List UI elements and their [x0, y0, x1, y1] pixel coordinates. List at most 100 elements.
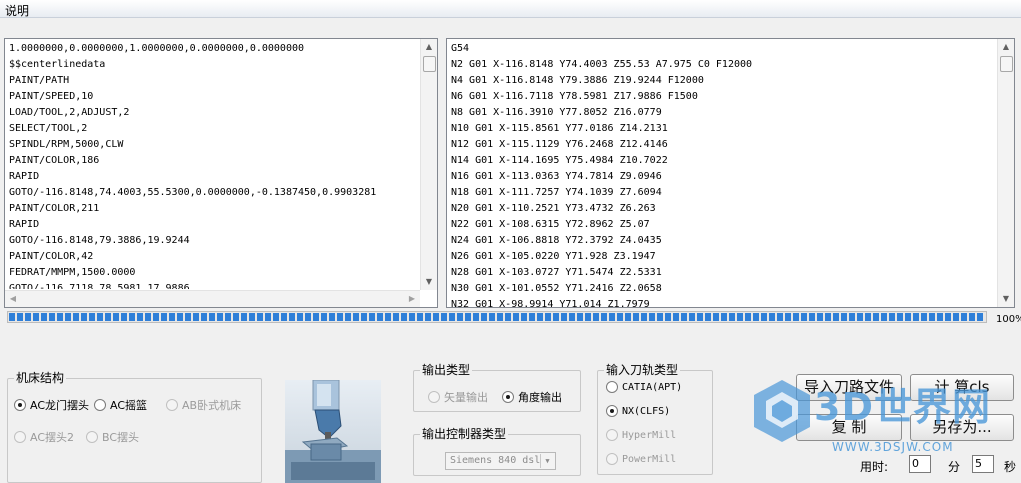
radio-bc-head[interactable]: BC摆头 — [86, 429, 139, 445]
scroll-thumb[interactable] — [1000, 56, 1013, 72]
controller-select[interactable]: Siemens 840 dsl ▼ — [445, 452, 556, 470]
text-line: N24 G01 X-106.8818 Y72.3792 Z4.0435 — [451, 235, 662, 246]
left-vertical-scrollbar[interactable]: ▲ ▼ — [420, 39, 437, 290]
radio-ac-gantry-head[interactable]: AC龙门摆头 — [14, 397, 89, 413]
text-line: N12 G01 X-115.1129 Y76.2468 Z12.4146 — [451, 139, 668, 150]
chevron-down-icon[interactable]: ▼ — [540, 454, 554, 468]
progress-fill — [9, 313, 985, 321]
left-horizontal-scrollbar[interactable]: ◀ ▶ — [5, 290, 420, 307]
radio-label: AC龙门摆头 — [30, 399, 90, 412]
window-titlebar: 说明 — [0, 0, 1021, 18]
radio-angle-output[interactable]: 角度输出 — [502, 389, 562, 405]
scroll-up-arrow-icon[interactable]: ▲ — [998, 39, 1014, 55]
button-label: 计 算cls — [934, 378, 990, 396]
copy-button[interactable]: 复 制 — [796, 414, 902, 441]
button-label: 另存为... — [932, 418, 992, 436]
radio-catia-apt[interactable]: CATIA(APT) — [606, 381, 682, 393]
cls-source-textarea[interactable]: 1.0000000,0.0000000,1.0000000,0.0000000,… — [4, 38, 438, 308]
radio-label: 矢量输出 — [444, 391, 488, 404]
spindle-head-icon — [285, 380, 381, 483]
text-line: FEDRAT/MMPM,1500.0000 — [9, 267, 136, 278]
nc-output-textarea[interactable]: G54 N2 G01 X-116.8148 Y74.4003 Z55.53 A7.… — [446, 38, 1015, 308]
radio-label: 角度输出 — [518, 391, 562, 404]
elapsed-seconds-field[interactable]: 5 — [972, 455, 994, 473]
text-line: SELECT/TOOL,2 — [9, 123, 88, 134]
radio-ac-cradle[interactable]: AC摇篮 — [94, 397, 147, 413]
radio-nx-clfs[interactable]: NX(CLFS) — [606, 405, 670, 417]
text-line: 1.0000000,0.0000000,1.0000000,0.0000000,… — [9, 43, 305, 54]
import-toolpath-button[interactable]: 导入刀路文件 — [796, 374, 902, 401]
radio-label: AB卧式机床 — [182, 399, 242, 412]
button-label: 导入刀路文件 — [803, 378, 894, 396]
radio-label: HyperMill — [622, 429, 677, 441]
radio-circle — [94, 399, 106, 411]
text-line: GOTO/-116.8148,74.4003,55.5300,0.0000000… — [9, 187, 377, 198]
radio-label: PowerMill — [622, 453, 677, 465]
seconds-unit: 秒 — [1004, 460, 1017, 474]
window-title: 说明 — [5, 4, 30, 18]
radio-label: NX(CLFS) — [622, 405, 671, 417]
button-label: 复 制 — [831, 418, 867, 436]
scroll-thumb[interactable] — [423, 56, 436, 72]
text-line: LOAD/TOOL,2,ADJUST,2 — [9, 107, 130, 118]
radio-circle — [86, 431, 98, 443]
text-line: N16 G01 X-113.0363 Y74.7814 Z9.0946 — [451, 171, 662, 182]
text-line: N28 G01 X-103.0727 Y71.5474 Z2.5331 — [451, 267, 662, 278]
text-line: N8 G01 X-116.3910 Y77.8052 Z16.0779 — [451, 107, 662, 118]
text-line: N20 G01 X-110.2521 Y73.4732 Z6.263 — [451, 203, 656, 214]
radio-circle — [14, 431, 26, 443]
radio-hypermill[interactable]: HyperMill — [606, 429, 676, 441]
cls-source-text: 1.0000000,0.0000000,1.0000000,0.0000000,… — [9, 41, 419, 289]
scroll-right-arrow-icon[interactable]: ▶ — [404, 291, 420, 307]
scroll-left-arrow-icon[interactable]: ◀ — [5, 291, 21, 307]
text-line: N6 G01 X-116.7118 Y78.5981 Z17.9886 F150… — [451, 91, 698, 102]
text-line: N10 G01 X-115.8561 Y77.0186 Z14.2131 — [451, 123, 668, 134]
elapsed-seconds-value: 5 — [975, 457, 982, 470]
radio-label: AC摆头2 — [30, 431, 75, 444]
text-line: N30 G01 X-101.0552 Y71.2416 Z2.0658 — [451, 283, 662, 294]
text-line: N4 G01 X-116.8148 Y79.3886 Z19.9244 F120… — [451, 75, 704, 86]
elapsed-minutes-value: 0 — [912, 457, 919, 470]
compute-cls-button[interactable]: 计 算cls — [910, 374, 1014, 401]
text-line: GOTO/-116.8148,79.3886,19.9244 — [9, 235, 190, 246]
radio-label: AC摇篮 — [110, 399, 148, 412]
text-line: PAINT/COLOR,211 — [9, 203, 100, 214]
save-as-button[interactable]: 另存为... — [910, 414, 1014, 441]
text-line: RAPID — [9, 171, 40, 182]
minutes-unit: 分 — [948, 460, 961, 474]
radio-vector-output[interactable]: 矢量输出 — [428, 389, 488, 405]
radio-circle — [14, 399, 26, 411]
input-path-type-title: 输入刀轨类型 — [604, 363, 681, 377]
elapsed-minutes-field[interactable]: 0 — [909, 455, 931, 473]
elapsed-label: 用时: — [860, 460, 889, 474]
radio-circle — [606, 405, 618, 417]
scroll-down-arrow-icon[interactable]: ▼ — [998, 291, 1014, 307]
machine-structure-title: 机床结构 — [14, 371, 67, 385]
radio-circle — [606, 453, 618, 465]
output-type-title: 输出类型 — [420, 363, 473, 377]
scroll-down-arrow-icon[interactable]: ▼ — [421, 274, 437, 290]
radio-ab-horizontal[interactable]: AB卧式机床 — [166, 397, 241, 413]
nc-output-text: G54 N2 G01 X-116.8148 Y74.4003 Z55.53 A7.… — [451, 41, 996, 307]
radio-circle — [606, 429, 618, 441]
text-line: N18 G01 X-111.7257 Y74.1039 Z7.6094 — [451, 187, 662, 198]
text-line: N2 G01 X-116.8148 Y74.4003 Z55.53 A7.975… — [451, 59, 753, 70]
text-line: PAINT/COLOR,42 — [9, 251, 94, 262]
scroll-up-arrow-icon[interactable]: ▲ — [421, 39, 437, 55]
radio-powermill[interactable]: PowerMill — [606, 453, 676, 465]
radio-ac-head-2[interactable]: AC摆头2 — [14, 429, 74, 445]
text-line: N22 G01 X-108.6315 Y72.8962 Z5.07 — [451, 219, 650, 230]
text-line: RAPID — [9, 219, 40, 230]
right-vertical-scrollbar[interactable]: ▲ ▼ — [997, 39, 1014, 307]
text-line: SPINDL/RPM,5000,CLW — [9, 139, 124, 150]
text-line: $$centerlinedata — [9, 59, 106, 70]
text-line: PAINT/PATH — [9, 75, 70, 86]
radio-circle — [502, 391, 514, 403]
text-line: PAINT/COLOR,186 — [9, 155, 100, 166]
text-line: GOTO/-116.7118,78.5981,17.9886 — [9, 283, 190, 289]
text-line: PAINT/SPEED,10 — [9, 91, 94, 102]
text-line: N32 G01 X-98.9914 Y71.014 Z1.7979 — [451, 299, 650, 307]
text-line: N26 G01 X-105.0220 Y71.928 Z3.1947 — [451, 251, 656, 262]
progress-bar — [7, 311, 987, 323]
radio-circle — [606, 381, 618, 393]
